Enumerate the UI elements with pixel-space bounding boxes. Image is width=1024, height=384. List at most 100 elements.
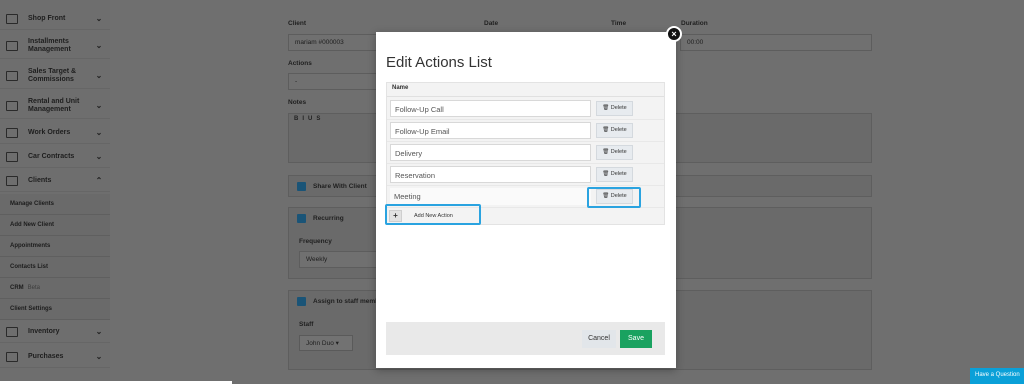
- sidebar-item-car-contracts[interactable]: Car Contracts ⌄: [0, 146, 110, 168]
- table-row: Follow-Up Call 🗑 Delete: [387, 98, 664, 120]
- sidebar-item-label: Inventory: [28, 327, 60, 335]
- sidebar-item-clients[interactable]: Clients ⌃: [0, 170, 110, 192]
- staff-value: John Duo: [306, 340, 334, 347]
- staff-label: Staff: [299, 321, 314, 328]
- installments-icon: [6, 40, 18, 51]
- delete-button[interactable]: 🗑 Delete: [596, 167, 633, 182]
- share-label: Share With Client: [313, 183, 367, 190]
- target-icon: [6, 70, 18, 81]
- rental-icon: [6, 100, 18, 111]
- duration-label: Duration: [681, 20, 708, 27]
- chevron-down-icon: ⌄: [95, 101, 103, 110]
- purchases-icon: [6, 351, 18, 362]
- sidebar-item-sales-target[interactable]: Sales Target & Commissions ⌄: [0, 63, 110, 89]
- sidebar-item-label: Sales Target & Commissions: [28, 67, 77, 83]
- delete-button[interactable]: 🗑 Delete: [596, 101, 633, 116]
- sidebar-sub-label: Contacts List: [10, 264, 49, 270]
- sidebar-item-shop-front[interactable]: Shop Front ⌄: [0, 8, 110, 30]
- chevron-up-icon: ⌃: [95, 176, 103, 185]
- delete-button[interactable]: 🗑 Delete: [596, 145, 633, 160]
- action-name-input[interactable]: Follow-Up Call: [390, 100, 591, 117]
- duration-field[interactable]: 00:00: [680, 34, 872, 51]
- chevron-down-icon: ⌄: [95, 152, 103, 161]
- trash-icon: 🗑: [602, 171, 610, 177]
- time-label: Time: [611, 20, 627, 27]
- clients-icon: [6, 175, 18, 186]
- actions-label: Actions: [288, 60, 312, 67]
- sidebar-sub-label: Appointments: [10, 243, 51, 249]
- beta-badge: Beta: [27, 285, 41, 291]
- delete-label: Delete: [610, 149, 627, 155]
- action-name-input[interactable]: Meeting: [390, 188, 591, 205]
- sidebar-item-label: Purchases: [28, 352, 64, 360]
- sidebar-item-rental[interactable]: Rental and Unit Management ⌄: [0, 93, 110, 119]
- editor-toolbar[interactable]: BIUS: [291, 116, 386, 128]
- delete-label: Delete: [610, 127, 627, 133]
- action-name-input[interactable]: Delivery: [390, 144, 591, 161]
- sidebar-item-purchases[interactable]: Purchases ⌄: [0, 346, 110, 368]
- sidebar-sub-label: Add New Client: [10, 222, 55, 228]
- sidebar-sub-contacts-list[interactable]: Contacts List: [0, 257, 110, 278]
- modal-title: Edit Actions List: [386, 54, 492, 71]
- sidebar-sub-crm[interactable]: CRM Beta: [0, 278, 110, 299]
- frequency-label: Frequency: [299, 238, 332, 245]
- staff-select[interactable]: John Duo ▾: [299, 335, 353, 351]
- contract-icon: [6, 151, 18, 162]
- delete-button[interactable]: 🗑 Delete: [596, 123, 633, 138]
- chevron-down-icon: ⌄: [95, 327, 103, 336]
- delete-label: Delete: [610, 105, 627, 111]
- sidebar-item-label: Installments Management: [28, 37, 71, 53]
- date-label: Date: [484, 20, 499, 27]
- sidebar-item-label: Rental and Unit Management: [28, 97, 80, 113]
- trash-icon: 🗑: [602, 149, 610, 155]
- sidebar-sub-manage-clients[interactable]: Manage Clients: [0, 194, 110, 215]
- close-icon[interactable]: ×: [666, 26, 682, 42]
- shop-icon: [6, 13, 18, 24]
- table-row: Delivery 🗑 Delete: [387, 142, 664, 164]
- notes-label: Notes: [288, 99, 307, 106]
- sidebar-sub-label: CRM: [10, 285, 24, 291]
- sidebar-item-installments[interactable]: Installments Management ⌄: [0, 33, 110, 59]
- sidebar-sub-add-new-client[interactable]: Add New Client: [0, 215, 110, 236]
- chevron-down-icon: ⌄: [95, 14, 103, 23]
- trash-icon: 🗑: [602, 105, 610, 111]
- assign-checkbox[interactable]: [297, 297, 306, 306]
- column-header-name: Name: [387, 83, 664, 97]
- delete-label: Delete: [610, 171, 627, 177]
- recurring-checkbox[interactable]: [297, 214, 306, 223]
- sidebar-item-work-orders[interactable]: Work Orders ⌄: [0, 122, 110, 144]
- table-row: Follow-Up Email 🗑 Delete: [387, 120, 664, 142]
- cancel-button[interactable]: Cancel: [582, 330, 616, 348]
- highlight-delete: [587, 187, 641, 208]
- inventory-icon: [6, 326, 18, 337]
- edit-actions-modal: Edit Actions List Name Follow-Up Call 🗑 …: [376, 32, 676, 368]
- sidebar-item-label: Car Contracts: [28, 152, 75, 160]
- have-a-question-button[interactable]: Have a Question: [970, 368, 1024, 384]
- sidebar-sub-client-settings[interactable]: Client Settings: [0, 299, 110, 320]
- client-label: Client: [288, 20, 307, 27]
- modal-footer: Cancel Save: [386, 322, 665, 355]
- highlight-add-action: [385, 204, 481, 225]
- sidebar-item-inventory[interactable]: Inventory ⌄: [0, 321, 110, 343]
- action-name-input[interactable]: Follow-Up Email: [390, 122, 591, 139]
- share-checkbox[interactable]: [297, 182, 306, 191]
- actions-select[interactable]: -: [288, 73, 388, 90]
- work-orders-icon: [6, 127, 18, 138]
- recurring-label: Recurring: [313, 215, 344, 222]
- chevron-down-icon: ⌄: [95, 128, 103, 137]
- assign-label: Assign to staff memb: [313, 298, 380, 305]
- client-field[interactable]: mariam #000003: [288, 34, 388, 51]
- sidebar: Shop Front ⌄ Installments Management ⌄ S…: [0, 0, 110, 384]
- chevron-down-icon: ⌄: [95, 352, 103, 361]
- sidebar-item-label: Work Orders: [28, 128, 71, 136]
- trash-icon: 🗑: [602, 127, 610, 133]
- sidebar-item-label: Clients: [28, 176, 52, 184]
- chevron-down-icon: ⌄: [95, 71, 103, 80]
- action-name-input[interactable]: Reservation: [390, 166, 591, 183]
- sidebar-sub-label: Client Settings: [10, 306, 53, 312]
- table-row: Reservation 🗑 Delete: [387, 164, 664, 186]
- sidebar-sub-label: Manage Clients: [10, 201, 55, 207]
- save-button[interactable]: Save: [620, 330, 652, 348]
- sidebar-sub-appointments[interactable]: Appointments: [0, 236, 110, 257]
- chevron-down-icon: ⌄: [95, 41, 103, 50]
